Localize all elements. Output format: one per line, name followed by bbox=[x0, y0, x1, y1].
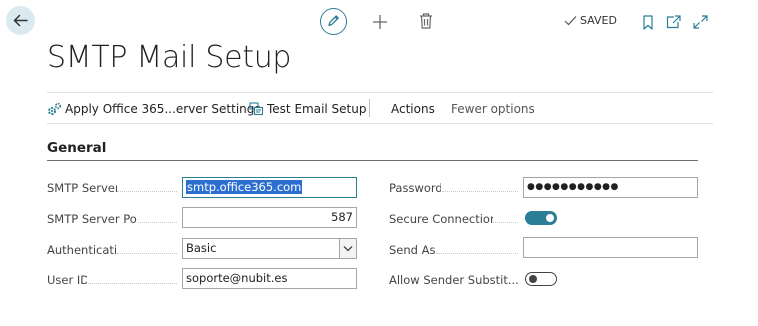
checkmark-icon bbox=[564, 16, 577, 26]
field-leader-dots bbox=[442, 190, 518, 192]
smtp-server-label: SMTP Server bbox=[47, 181, 117, 195]
plus-icon bbox=[373, 15, 387, 29]
authentication-value: Basic bbox=[186, 241, 217, 255]
saved-status: SAVED bbox=[564, 14, 617, 27]
open-new-window-button[interactable] bbox=[666, 15, 681, 29]
field-leader-dots bbox=[117, 252, 177, 254]
pencil-icon bbox=[328, 15, 339, 27]
smtp-server-port-input[interactable]: 587 bbox=[182, 207, 357, 228]
expand-icon bbox=[693, 15, 708, 29]
action-bar: Apply Office 365...erver Settings Test E… bbox=[47, 92, 713, 124]
back-arrow-icon bbox=[13, 14, 28, 27]
gears-icon bbox=[48, 102, 62, 115]
edit-button[interactable] bbox=[320, 8, 347, 35]
field-leader-dots bbox=[117, 190, 177, 192]
open-new-window-icon bbox=[666, 15, 681, 29]
dropdown-button[interactable] bbox=[339, 239, 356, 258]
apply-office365-settings-action[interactable]: Apply Office 365...erver Settings bbox=[47, 102, 261, 116]
test-email-setup-action[interactable]: Test Email Setup bbox=[249, 102, 366, 116]
password-label: Password bbox=[389, 181, 441, 195]
actions-menu-label: Actions bbox=[391, 102, 435, 116]
section-divider bbox=[47, 160, 698, 161]
delete-button[interactable] bbox=[418, 12, 434, 30]
user-id-input[interactable]: soporte@nubit.es bbox=[182, 268, 357, 289]
fewer-options-button[interactable]: Fewer options bbox=[451, 102, 535, 116]
new-button[interactable] bbox=[370, 12, 390, 32]
secure-connection-label: Secure Connection bbox=[389, 212, 493, 226]
trash-icon bbox=[420, 13, 432, 29]
action-separator bbox=[369, 99, 370, 117]
field-leader-dots bbox=[138, 221, 177, 223]
toggle-knob bbox=[546, 214, 554, 222]
page-title: SMTP Mail Setup bbox=[47, 40, 292, 75]
bookmark-button[interactable] bbox=[642, 15, 654, 30]
chevron-down-icon bbox=[343, 246, 353, 252]
test-email-setup-label: Test Email Setup bbox=[267, 102, 367, 116]
authentication-label: Authentication bbox=[47, 243, 117, 257]
allow-sender-substitution-label: Allow Sender Substit... bbox=[389, 273, 518, 287]
test-setup-icon bbox=[249, 102, 264, 116]
field-leader-dots bbox=[436, 252, 518, 254]
field-leader-dots bbox=[88, 282, 177, 284]
send-as-input[interactable] bbox=[523, 237, 698, 258]
authentication-select[interactable]: Basic bbox=[182, 238, 357, 259]
smtp-server-port-label: SMTP Server Port bbox=[47, 212, 137, 226]
smtp-server-value: smtp.office365.com bbox=[186, 180, 303, 194]
send-as-label: Send As bbox=[389, 243, 435, 257]
smtp-server-input[interactable]: smtp.office365.com bbox=[182, 177, 357, 198]
actions-menu[interactable]: Actions bbox=[391, 102, 435, 116]
password-input[interactable]: ●●●●●●●●●●● bbox=[523, 177, 698, 198]
user-id-label: User ID bbox=[47, 273, 87, 287]
saved-label: SAVED bbox=[580, 14, 617, 27]
section-title-general[interactable]: General bbox=[47, 140, 106, 156]
secure-connection-toggle[interactable] bbox=[525, 211, 557, 225]
field-leader-dots bbox=[493, 221, 518, 223]
expand-button[interactable] bbox=[693, 15, 708, 29]
apply-office365-settings-label: Apply Office 365...erver Settings bbox=[65, 102, 261, 116]
fewer-options-label: Fewer options bbox=[451, 102, 535, 116]
toggle-knob bbox=[529, 274, 537, 283]
allow-sender-substitution-toggle[interactable] bbox=[525, 272, 557, 286]
back-button[interactable] bbox=[6, 6, 35, 35]
bookmark-icon bbox=[643, 15, 653, 30]
